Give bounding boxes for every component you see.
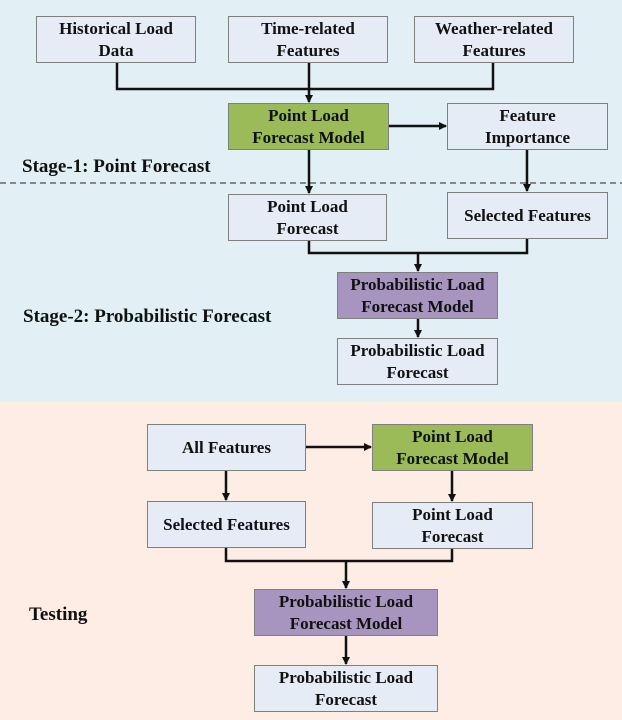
stage2-point-load-forecast-box: Point Load Forecast xyxy=(228,194,387,241)
stage2-label: Stage-2: Probabilistic Forecast xyxy=(23,306,272,327)
testing-probabilistic-forecast-box: Probabilistic Load Forecast xyxy=(254,665,438,712)
testing-label: Testing xyxy=(29,604,88,625)
box-text: Probabilistic Load Forecast Model xyxy=(350,274,485,316)
stage2-selected-features-box: Selected Features xyxy=(447,192,608,239)
box-text: Probabilistic Load Forecast Model xyxy=(278,591,414,633)
box-text: Point Load Forecast xyxy=(267,196,348,238)
box-text: Weather-related Features xyxy=(434,18,553,60)
box-text: Historical Load Data xyxy=(59,18,173,60)
feature-importance-box: Feature Importance xyxy=(447,103,608,150)
box-text: Probabilistic Load Forecast xyxy=(350,340,485,382)
weather-related-features-box: Weather-related Features xyxy=(414,16,574,63)
time-related-features-box: Time-related Features xyxy=(228,16,388,63)
box-text: Point Load Forecast Model xyxy=(396,426,509,468)
stage2-probabilistic-forecast-box: Probabilistic Load Forecast xyxy=(337,338,498,385)
testing-point-load-forecast-model-box: Point Load Forecast Model xyxy=(372,424,533,471)
box-text: Selected Features xyxy=(163,514,290,534)
box-text: All Features xyxy=(182,437,271,457)
box-text: Point Load Forecast Model xyxy=(252,105,365,147)
box-text: Time-related Features xyxy=(261,18,355,60)
testing-probabilistic-model-box: Probabilistic Load Forecast Model xyxy=(254,589,438,636)
stage1-label: Stage-1: Point Forecast xyxy=(22,156,211,177)
box-text: Selected Features xyxy=(464,205,591,225)
testing-point-load-forecast-box: Point Load Forecast xyxy=(372,502,533,549)
box-text: Probabilistic Load Forecast xyxy=(278,667,414,709)
box-text: Feature Importance xyxy=(485,105,570,147)
testing-all-features-box: All Features xyxy=(147,424,306,471)
stage2-probabilistic-model-box: Probabilistic Load Forecast Model xyxy=(337,272,498,319)
testing-selected-features-box: Selected Features xyxy=(147,501,306,548)
historical-load-data-box: Historical Load Data xyxy=(36,16,196,63)
stage1-point-load-forecast-model-box: Point Load Forecast Model xyxy=(228,103,389,150)
box-text: Point Load Forecast xyxy=(412,504,493,546)
